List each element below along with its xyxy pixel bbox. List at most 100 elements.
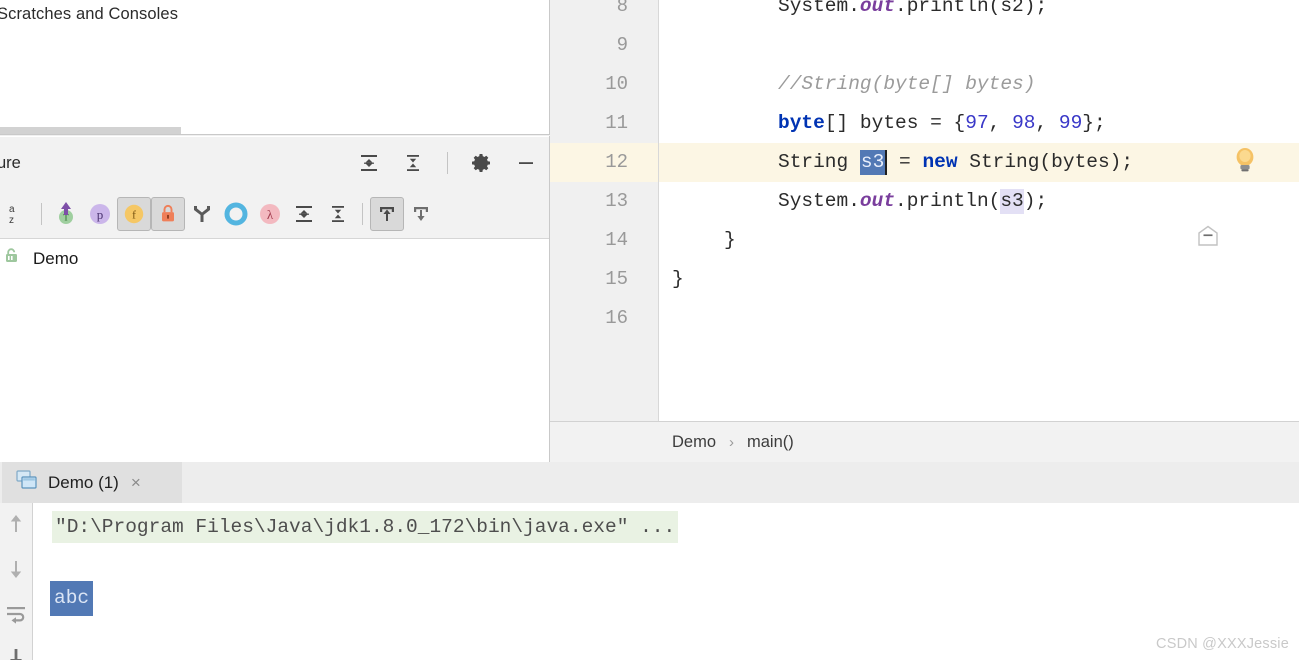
svg-text:λ: λ bbox=[267, 207, 274, 222]
collapse-all-icon[interactable] bbox=[321, 197, 355, 231]
code-number: 97 bbox=[965, 112, 989, 134]
line-number: 11 bbox=[605, 112, 628, 134]
toolbar-separator bbox=[447, 152, 448, 174]
code-token: System. bbox=[778, 190, 860, 212]
breadcrumb-separator-icon: › bbox=[729, 433, 735, 451]
run-console-icon bbox=[16, 470, 38, 495]
settings-gear-icon[interactable] bbox=[465, 146, 499, 180]
structure-panel-toolbar: a z T p f λ bbox=[0, 189, 549, 239]
console-side-toolbar bbox=[0, 503, 33, 660]
soft-wrap-icon[interactable] bbox=[5, 603, 27, 630]
code-token: ); bbox=[1023, 190, 1048, 212]
code-token: = bbox=[887, 151, 923, 173]
line-number: 16 bbox=[605, 307, 628, 329]
code-comment: //String(byte[] bytes) bbox=[778, 73, 1036, 95]
selected-identifier[interactable]: s3 bbox=[859, 150, 888, 175]
code-number: 99 bbox=[1058, 112, 1083, 134]
code-token: String(bytes); bbox=[957, 151, 1134, 173]
java-class-icon bbox=[2, 246, 24, 273]
autoscroll-to-source-icon[interactable] bbox=[370, 196, 404, 231]
code-line-12[interactable]: String s3 = new String(bytes); bbox=[658, 143, 1299, 182]
ide-window: Scratches and Consoles ure a z T p f λ D… bbox=[0, 0, 1299, 660]
tool-window-splitter[interactable] bbox=[0, 134, 550, 136]
line-number: 15 bbox=[605, 268, 628, 290]
scroll-up-icon[interactable] bbox=[6, 513, 26, 540]
show-inherited-icon[interactable]: T bbox=[49, 197, 83, 231]
svg-text:z: z bbox=[9, 215, 14, 226]
intention-bulb-icon[interactable] bbox=[1232, 145, 1258, 175]
show-properties-icon[interactable]: p bbox=[83, 197, 117, 231]
structure-header-actions bbox=[352, 137, 543, 189]
expand-all-icon[interactable] bbox=[287, 197, 321, 231]
hide-panel-icon[interactable] bbox=[509, 146, 543, 180]
code-token: } bbox=[724, 229, 736, 251]
toolbar-separator bbox=[362, 202, 363, 225]
line-number: 13 bbox=[605, 190, 628, 212]
watermark-label: CSDN @XXXJessie bbox=[1156, 636, 1289, 652]
console-command-line: "D:\Program Files\Java\jdk1.8.0_172\bin\… bbox=[52, 511, 679, 543]
code-token: String bbox=[778, 151, 860, 173]
project-tree-scratches-row[interactable]: Scratches and Consoles bbox=[0, 0, 550, 28]
svg-text:f: f bbox=[132, 207, 136, 221]
code-token: System. bbox=[778, 0, 860, 17]
scroll-down-icon[interactable] bbox=[6, 558, 26, 585]
tree-item-label: Demo bbox=[33, 249, 79, 268]
code-token-static: out bbox=[859, 0, 896, 17]
line-number: 8 bbox=[616, 0, 628, 17]
structure-tree: Demo bbox=[0, 240, 549, 462]
code-token: .println(s2); bbox=[895, 0, 1048, 17]
breadcrumb[interactable]: Demo › main() bbox=[550, 421, 1299, 462]
code-line-10[interactable]: //String(byte[] bytes) bbox=[658, 65, 1299, 104]
scroll-to-end-icon[interactable] bbox=[6, 648, 26, 660]
run-tool-window: Demo (1) × "D:\Program Files\Java\jdk1.8… bbox=[0, 462, 1299, 660]
show-lambdas-icon[interactable]: λ bbox=[253, 197, 287, 231]
code-token: , bbox=[988, 112, 1013, 134]
line-number: 12 bbox=[605, 151, 628, 173]
breadcrumb-item-class[interactable]: Demo bbox=[672, 433, 716, 452]
code-token: [] bytes = { bbox=[824, 112, 966, 134]
line-number: 10 bbox=[605, 73, 628, 95]
console-output[interactable]: "D:\Program Files\Java\jdk1.8.0_172\bin\… bbox=[34, 503, 1299, 660]
toolbar-separator bbox=[41, 202, 42, 225]
breadcrumb-item-method[interactable]: main() bbox=[747, 433, 794, 452]
code-line-13[interactable]: System.out.println(s3); bbox=[658, 182, 1299, 221]
code-token: }; bbox=[1082, 112, 1106, 134]
autoscroll-from-source-icon[interactable] bbox=[404, 197, 438, 231]
code-token: .println( bbox=[895, 190, 1001, 212]
svg-text:a: a bbox=[9, 204, 15, 215]
tree-item-demo[interactable]: Demo bbox=[0, 244, 549, 274]
collapse-all-icon[interactable] bbox=[396, 146, 430, 180]
code-token-static: out bbox=[859, 190, 896, 212]
expand-all-icon[interactable] bbox=[352, 146, 386, 180]
identifier-occurrence-highlight[interactable]: s3 bbox=[1000, 189, 1024, 214]
close-icon[interactable]: × bbox=[131, 473, 141, 493]
structure-panel-header: ure bbox=[0, 137, 549, 189]
code-line-8[interactable]: System.out.println(s2); bbox=[658, 0, 1299, 26]
code-line-15[interactable]: } bbox=[658, 260, 1299, 299]
sort-alphabetically-icon[interactable]: a z bbox=[0, 197, 34, 231]
code-token: , bbox=[1035, 112, 1059, 134]
code-editor[interactable]: 8 9 10 11 12 13 14 15 16 System.out.prin… bbox=[550, 0, 1299, 421]
group-methods-icon[interactable] bbox=[219, 197, 253, 231]
code-keyword: byte bbox=[778, 112, 825, 134]
project-tree-empty-area bbox=[0, 28, 549, 129]
show-non-public-icon[interactable] bbox=[151, 196, 185, 231]
show-anonymous-classes-icon[interactable] bbox=[185, 197, 219, 231]
run-tab-demo[interactable]: Demo (1) × bbox=[2, 462, 182, 503]
scratches-and-consoles-label: Scratches and Consoles bbox=[0, 4, 179, 23]
show-fields-icon[interactable]: f bbox=[117, 196, 151, 231]
code-keyword: new bbox=[922, 151, 958, 173]
run-tab-bar: Demo (1) × bbox=[0, 462, 1299, 503]
project-horizontal-scrollbar[interactable] bbox=[0, 127, 181, 134]
code-line-11[interactable]: byte[] bytes = {97, 98, 99}; bbox=[658, 104, 1299, 143]
line-number: 14 bbox=[605, 229, 628, 251]
structure-panel-title: ure bbox=[0, 153, 21, 172]
code-fold-marker-icon[interactable] bbox=[1197, 225, 1219, 246]
run-tab-label: Demo (1) bbox=[48, 472, 119, 492]
svg-text:p: p bbox=[97, 207, 104, 222]
left-tool-window-column: Scratches and Consoles ure a z T p f λ D… bbox=[0, 0, 550, 462]
console-output-selected-text[interactable]: abc bbox=[50, 581, 94, 616]
code-token: } bbox=[672, 268, 684, 290]
line-number: 9 bbox=[616, 34, 628, 56]
code-number: 98 bbox=[1012, 112, 1036, 134]
